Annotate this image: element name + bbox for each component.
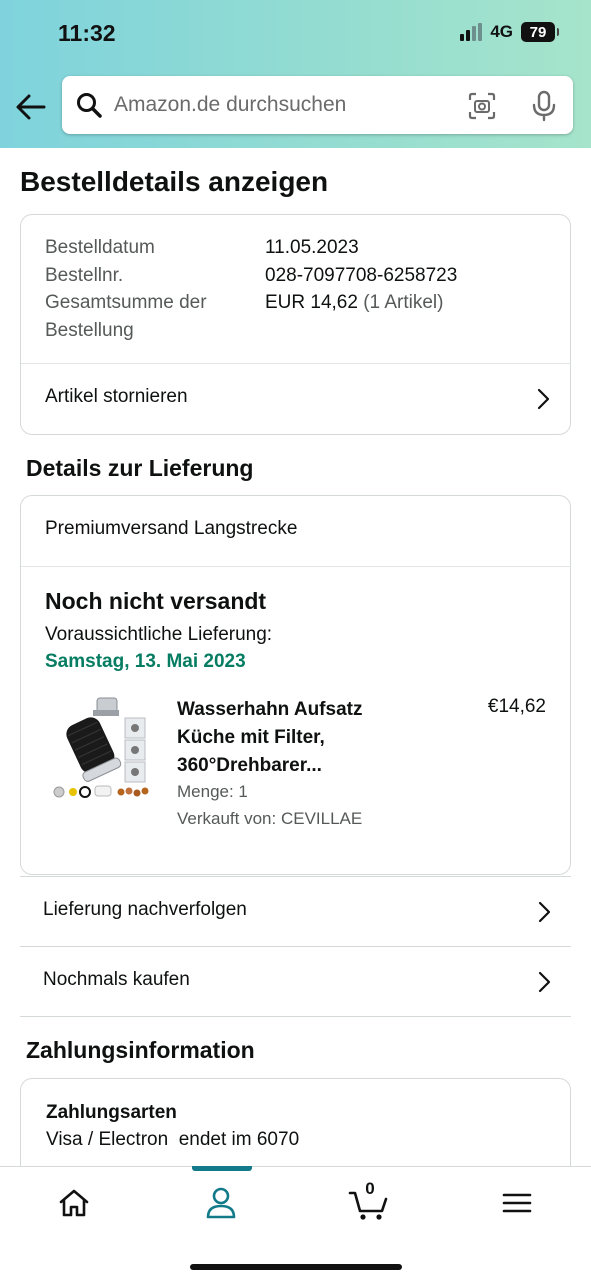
delivery-section-title: Details zur Lieferung xyxy=(26,455,254,481)
order-total-label-line1: Gesamtsumme der xyxy=(45,292,207,313)
payment-section-title: Zahlungsinformation xyxy=(26,1037,255,1063)
app-header: 11:32 4G 79 xyxy=(0,0,591,148)
menu-icon[interactable] xyxy=(497,1183,537,1223)
search-bar[interactable] xyxy=(62,76,573,134)
home-indicator xyxy=(190,1264,402,1270)
shipping-method: Premiumversand Langstrecke xyxy=(45,518,298,539)
chevron-right-icon xyxy=(537,388,550,410)
cart-icon xyxy=(348,1191,388,1220)
order-number-value: 028-7097708-6258723 xyxy=(265,265,458,286)
product-quantity: Menge: 1 xyxy=(177,782,248,801)
account-icon[interactable] xyxy=(201,1183,241,1223)
network-type: 4G xyxy=(490,22,513,41)
buy-again-row[interactable]: Nochmals kaufen xyxy=(20,946,571,1016)
signal-icon xyxy=(460,23,483,41)
delivery-card: Premiumversand Langstrecke Noch nicht ve… xyxy=(20,495,571,875)
home-icon[interactable] xyxy=(54,1183,94,1223)
divider xyxy=(20,1016,571,1017)
search-input[interactable] xyxy=(114,89,454,121)
product-seller: Verkauft von: CEVILLAE xyxy=(177,809,363,828)
payment-methods-value: Visa / Electron endet im 6070 xyxy=(46,1129,300,1150)
track-delivery-label: Lieferung nachverfolgen xyxy=(43,899,247,920)
buy-again-label: Nochmals kaufen xyxy=(43,969,190,990)
order-total-items: (1 Artikel) xyxy=(363,292,444,313)
camera-scan-icon[interactable] xyxy=(468,92,496,120)
order-summary-card: Bestelldatum 11.05.2023 Bestellnr. 028-7… xyxy=(20,214,571,435)
battery-level: 79 xyxy=(529,23,547,41)
battery-icon: 79 xyxy=(521,22,559,42)
product-image[interactable] xyxy=(49,692,153,802)
status-time: 11:32 xyxy=(58,20,116,46)
order-total-value: EUR 14,62 (1 Artikel) xyxy=(265,292,443,314)
chevron-right-icon xyxy=(538,971,551,993)
bottom-navigation: 0 xyxy=(0,1166,591,1280)
page-title: Bestelldetails anzeigen xyxy=(20,166,329,197)
shipment-status: Noch nicht versandt xyxy=(45,588,267,614)
order-total-amount: EUR 14,62 xyxy=(265,292,358,313)
order-total-label-line2: Bestellung xyxy=(45,320,134,341)
status-indicators: 4G 79 xyxy=(460,22,559,42)
payment-methods-label: Zahlungsarten xyxy=(46,1102,177,1123)
product-title-link[interactable]: Wasserhahn Aufsatz Küche mit Filter, 360… xyxy=(177,696,407,780)
active-tab-indicator xyxy=(192,1166,252,1171)
product-price: €14,62 xyxy=(487,696,546,717)
back-arrow-icon[interactable] xyxy=(14,90,48,124)
search-icon[interactable] xyxy=(76,92,102,118)
cart-button[interactable]: 0 xyxy=(348,1179,392,1223)
cancel-items-row[interactable]: Artikel stornieren xyxy=(21,364,570,435)
track-delivery-row[interactable]: Lieferung nachverfolgen xyxy=(20,876,571,946)
chevron-right-icon xyxy=(538,901,551,923)
cancel-items-label: Artikel stornieren xyxy=(45,386,188,407)
eta-date: Samstag, 13. Mai 2023 xyxy=(45,651,246,672)
microphone-icon[interactable] xyxy=(531,90,557,122)
order-date-label: Bestelldatum xyxy=(45,237,155,258)
order-number-label: Bestellnr. xyxy=(45,265,124,286)
eta-label: Voraussichtliche Lieferung: xyxy=(45,624,273,645)
divider xyxy=(21,566,570,567)
order-date-value: 11.05.2023 xyxy=(265,237,359,258)
